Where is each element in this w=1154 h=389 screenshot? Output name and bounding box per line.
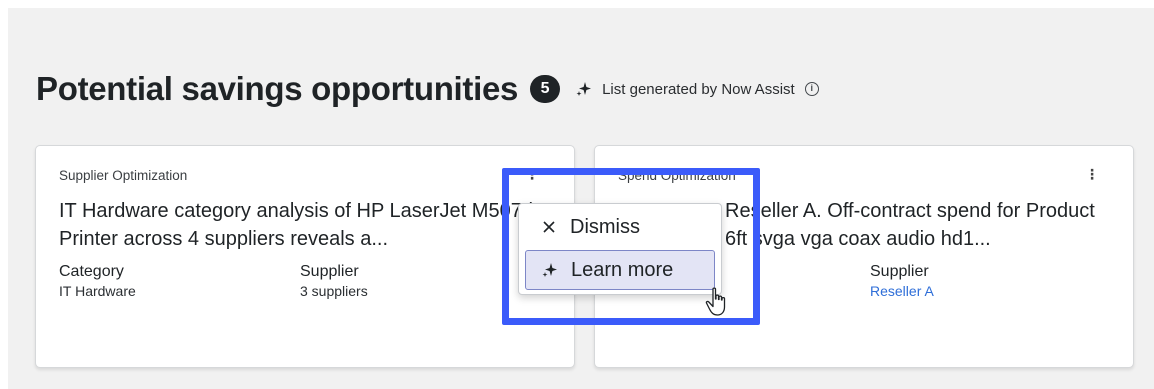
generated-by-label: List generated by Now Assist	[602, 80, 795, 98]
close-icon	[540, 218, 558, 236]
card-description: IT Hardware category analysis of HP Lase…	[59, 200, 545, 250]
menu-item-dismiss[interactable]: Dismiss	[525, 207, 715, 247]
supplier-field: Supplier Reseller A	[870, 263, 934, 299]
field-label: Supplier	[870, 263, 929, 280]
opportunity-card[interactable]: Supplier Optimization ⋮ IT Hardware cate…	[35, 145, 575, 368]
count-badge: 5	[530, 75, 561, 103]
field-value: IT Hardware	[59, 283, 136, 299]
sparkle-icon	[576, 82, 592, 96]
menu-item-label: Dismiss	[570, 215, 640, 238]
sparkle-icon	[541, 261, 559, 279]
card-description: Reseller A. Off-contract spend for Produ…	[725, 200, 1095, 250]
card-options-menu: Dismiss Learn more	[518, 203, 722, 295]
page-title: Potential savings opportunities	[36, 70, 519, 107]
field-value: 3 suppliers	[300, 283, 368, 299]
menu-item-label: Learn more	[571, 258, 674, 281]
supplier-link[interactable]: Reseller A	[870, 283, 934, 299]
more-options-icon[interactable]: ⋮	[525, 166, 539, 184]
field-label: Supplier	[300, 263, 359, 280]
hand-cursor-icon	[705, 287, 726, 316]
card-type-label: Spend Optimization	[618, 168, 736, 183]
card-type-label: Supplier Optimization	[59, 168, 188, 183]
more-options-icon[interactable]: ⋮	[1085, 166, 1099, 184]
category-field: Category IT Hardware	[59, 263, 136, 299]
field-label: Category	[59, 263, 124, 280]
info-icon[interactable]: i	[804, 82, 819, 96]
menu-item-learn-more[interactable]: Learn more	[525, 250, 715, 290]
supplier-field: Supplier 3 suppliers	[300, 263, 368, 299]
section-header: Potential savings opportunities 5 List g…	[36, 70, 819, 108]
